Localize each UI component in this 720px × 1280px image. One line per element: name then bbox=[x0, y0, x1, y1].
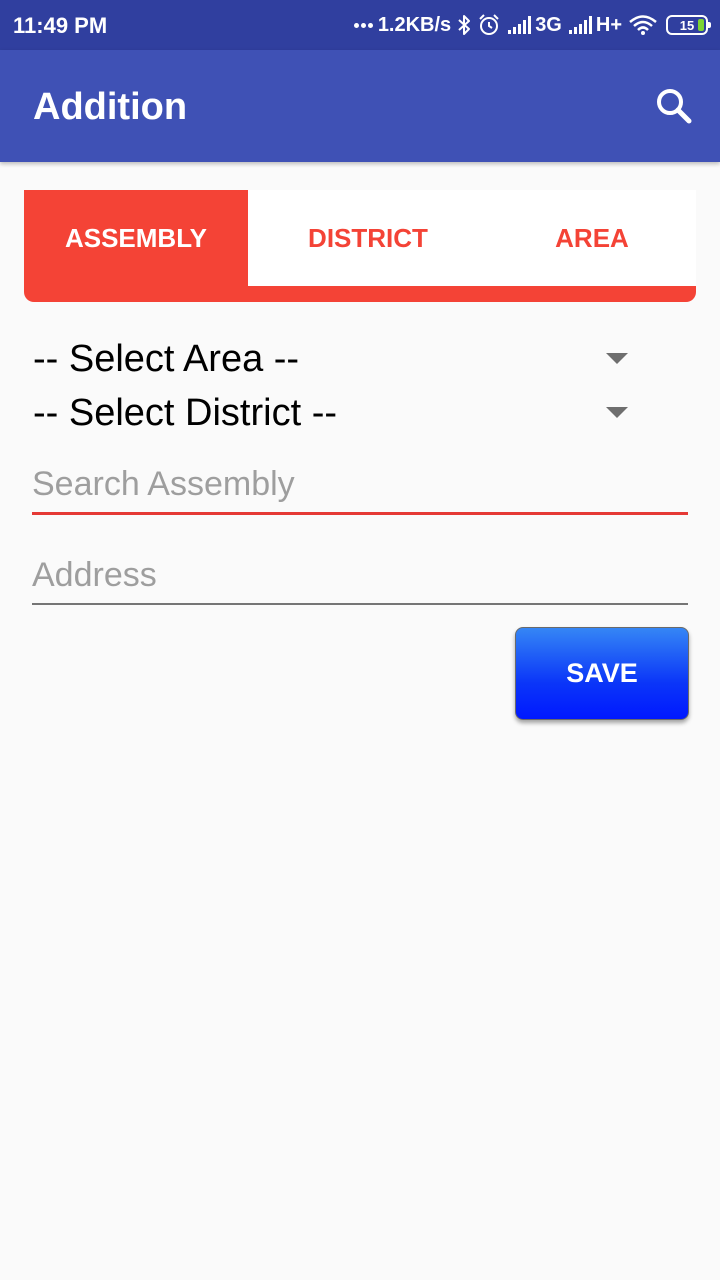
save-button[interactable]: SAVE bbox=[515, 627, 689, 720]
tab-list: ASSEMBLY DISTRICT AREA bbox=[24, 190, 696, 286]
app-bar: Addition bbox=[0, 50, 720, 162]
area-spinner[interactable]: -- Select Area -- bbox=[33, 334, 633, 384]
tab-district[interactable]: DISTRICT bbox=[248, 190, 488, 286]
search-button[interactable] bbox=[648, 80, 700, 132]
network-type-2: H+ bbox=[595, 13, 622, 36]
more-dots-icon bbox=[353, 22, 375, 28]
signal-icon bbox=[568, 15, 594, 35]
status-time: 11:49 PM bbox=[13, 13, 108, 38]
search-assembly-field bbox=[32, 462, 688, 515]
battery-icon: 15 bbox=[666, 15, 711, 35]
status-bar: 11:49 PM 1.2KB/s 3G H+ 15 bbox=[0, 0, 720, 50]
tab-bar: ASSEMBLY DISTRICT AREA bbox=[24, 190, 696, 302]
dropdown-arrow-icon bbox=[606, 353, 628, 364]
dropdown-arrow-icon bbox=[606, 407, 628, 418]
net-speed: 1.2KB/s bbox=[377, 14, 452, 36]
district-spinner-label: -- Select District -- bbox=[33, 392, 337, 434]
search-icon bbox=[657, 89, 692, 124]
signal-icon bbox=[507, 15, 533, 35]
address-field bbox=[32, 553, 688, 605]
tab-assembly[interactable]: ASSEMBLY bbox=[24, 190, 248, 286]
status-icons: 1.2KB/s 3G H+ 15 bbox=[353, 10, 711, 40]
bluetooth-icon bbox=[457, 14, 471, 36]
district-spinner[interactable]: -- Select District -- bbox=[33, 388, 633, 438]
network-type-1: 3G bbox=[535, 13, 562, 36]
area-spinner-label: -- Select Area -- bbox=[33, 338, 300, 380]
battery-level: 15 bbox=[679, 17, 695, 33]
search-assembly-input[interactable] bbox=[32, 462, 688, 512]
alarm-icon bbox=[477, 13, 501, 37]
wifi-icon bbox=[628, 14, 658, 36]
address-input[interactable] bbox=[32, 553, 688, 603]
page-title: Addition bbox=[33, 86, 188, 128]
tab-area[interactable]: AREA bbox=[488, 190, 696, 286]
